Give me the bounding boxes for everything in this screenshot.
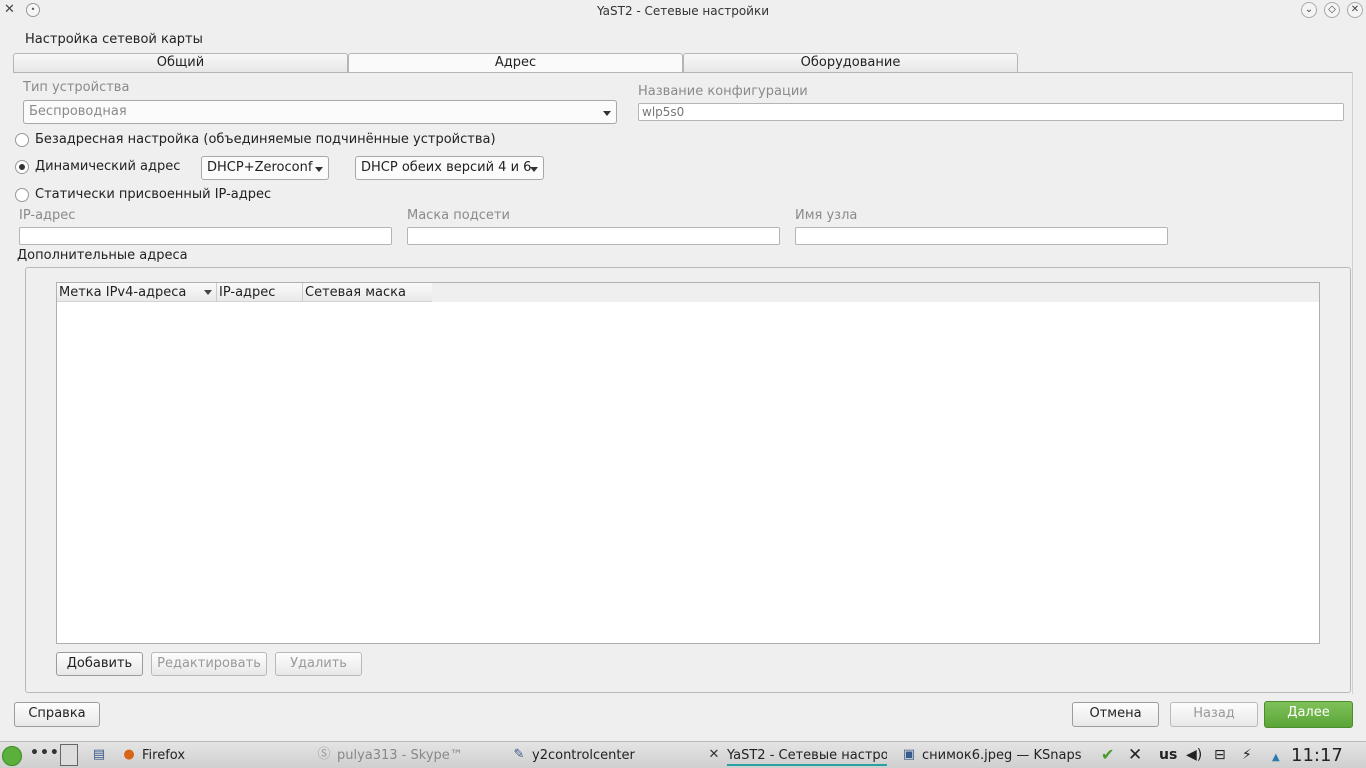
taskbar: ••• ▤ ● Firefox Ⓢ pulya313 - Skype™ ✎ y2… — [0, 741, 1366, 768]
maximize-icon[interactable]: ◇ — [1324, 2, 1340, 18]
yast-icon: ✕ — [708, 747, 720, 762]
taskbar-item-skype[interactable]: pulya313 - Skype™ — [337, 746, 497, 766]
start-menu-icon[interactable] — [2, 746, 22, 766]
hostname-label: Имя узла — [795, 208, 858, 223]
power-icon[interactable]: ⚡ — [1242, 747, 1252, 763]
device-type-value: Беспроводная — [29, 104, 127, 119]
add-button[interactable]: Добавить — [56, 652, 143, 676]
sort-down-icon — [204, 290, 212, 295]
device-type-label: Тип устройства — [23, 80, 130, 95]
config-name-label: Название конфигурации — [638, 84, 808, 99]
dhcp-version-value: DHCP обеих версий 4 и 6 — [361, 160, 532, 175]
dhcp-version-select[interactable]: DHCP обеих версий 4 и 6 — [355, 156, 544, 180]
tab-divider — [13, 72, 1353, 73]
subnet-mask-field[interactable] — [407, 227, 780, 245]
dhcp-mode-select[interactable]: DHCP+Zeroconf — [201, 156, 329, 180]
hostname-field[interactable] — [795, 227, 1168, 245]
column-ip-address[interactable]: IP-адрес — [217, 283, 303, 302]
help-button[interactable]: Справка — [14, 702, 100, 727]
taskbar-item-ksnapshot[interactable]: снимок6.jpeg — KSnapsh — [922, 746, 1082, 766]
close-icon[interactable]: ✕ — [1347, 2, 1363, 18]
radio-no-address[interactable] — [15, 133, 29, 147]
column-ipv4-label[interactable]: Метка IPv4-адреса — [57, 283, 217, 302]
more-icon[interactable]: ••• — [30, 745, 60, 761]
radio-static-address[interactable] — [15, 188, 29, 202]
ip-address-field[interactable] — [19, 227, 392, 245]
next-button[interactable]: Далее — [1264, 701, 1353, 728]
chevron-down-icon — [315, 167, 323, 172]
volume-icon[interactable]: ◀) — [1186, 747, 1202, 763]
clock[interactable]: 11:17 — [1291, 745, 1343, 766]
taskbar-item-y2controlcenter[interactable]: y2controlcenter — [532, 746, 692, 766]
title-bar: ✕ • YaST2 - Сетевые настройки ⌄ ◇ ✕ — [0, 0, 1366, 22]
yast-control-icon: ✎ — [513, 747, 525, 762]
table-header-filler — [432, 283, 1319, 302]
taskbar-item-firefox[interactable]: Firefox — [142, 746, 292, 766]
edit-button[interactable]: Редактировать — [151, 652, 267, 676]
column-netmask[interactable]: Сетевая маска — [303, 283, 432, 302]
minimize-icon[interactable]: ⌄ — [1301, 2, 1317, 18]
radio-no-address-label: Безадресная настройка (объединяемые подч… — [35, 132, 496, 147]
updates-icon[interactable]: ✔ — [1101, 747, 1114, 763]
ip-address-label: IP-адрес — [19, 208, 76, 223]
delete-button[interactable]: Удалить — [275, 652, 362, 676]
tray-expand-icon[interactable]: ▲ — [1272, 750, 1280, 766]
subnet-mask-label: Маска подсети — [407, 208, 510, 223]
radio-dynamic-address-label: Динамический адрес — [35, 159, 181, 174]
taskbar-item-yast-network[interactable]: YaST2 - Сетевые настро — [727, 746, 887, 766]
firefox-icon: ● — [123, 747, 135, 762]
device-type-select[interactable]: Беспроводная — [23, 100, 617, 124]
dhcp-mode-value: DHCP+Zeroconf — [207, 160, 313, 175]
keyboard-layout[interactable]: us — [1159, 747, 1177, 763]
task-manager-icon[interactable]: ▤ — [91, 747, 107, 763]
tab-general[interactable]: Общий — [13, 53, 348, 73]
column-ipv4-label-text: Метка IPv4-адреса — [59, 285, 187, 300]
table-header: Метка IPv4-адреса IP-адрес Сетевая маска — [57, 283, 1319, 302]
chevron-down-icon — [603, 111, 611, 116]
config-name-field[interactable]: wlp5s0 — [638, 103, 1344, 121]
radio-dynamic-address[interactable] — [15, 160, 29, 174]
additional-addresses-table[interactable]: Метка IPv4-адреса IP-адрес Сетевая маска — [56, 282, 1320, 644]
tab-address[interactable]: Адрес — [348, 53, 683, 73]
desktop-switcher-icon[interactable] — [60, 744, 78, 766]
radio-static-address-label: Статически присвоенный IP-адрес — [35, 187, 272, 202]
additional-addresses-title: Дополнительные адреса — [17, 248, 188, 263]
image-icon: ▣ — [902, 747, 916, 762]
network-tool-icon[interactable]: ✕ — [1128, 747, 1142, 764]
skype-icon: Ⓢ — [317, 747, 331, 762]
chevron-down-icon — [530, 167, 538, 172]
content-border — [1352, 72, 1353, 694]
back-button[interactable]: Назад — [1170, 702, 1258, 727]
section-title: Настройка сетевой карты — [25, 32, 203, 47]
network-icon[interactable]: ⊟ — [1214, 747, 1226, 763]
cancel-button[interactable]: Отмена — [1072, 702, 1159, 727]
tab-hardware[interactable]: Оборудование — [683, 53, 1018, 73]
window-title: YaST2 - Сетевые настройки — [596, 4, 770, 18]
